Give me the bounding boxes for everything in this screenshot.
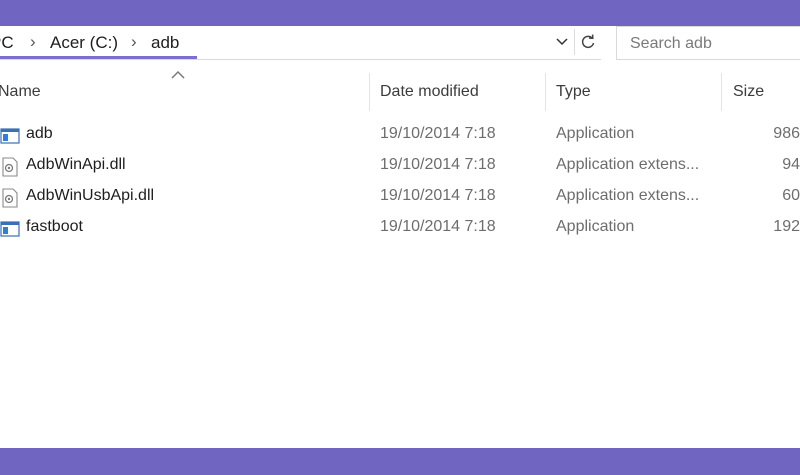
breadcrumb-drive[interactable]: Acer (C:): [50, 33, 118, 53]
refresh-icon: [581, 34, 594, 49]
file-date-modified: 19/10/2014 7:18: [380, 156, 496, 173]
column-header-row: Name Date modified Type Size: [0, 73, 800, 113]
dll-icon: [2, 157, 18, 177]
column-header-size[interactable]: Size: [733, 73, 764, 113]
address-focus-underline: [0, 56, 197, 59]
dll-icon: [2, 188, 18, 208]
column-header-type[interactable]: Type: [556, 73, 591, 113]
file-row[interactable]: AdbWinUsbApi.dll 19/10/2014 7:18 Applica…: [0, 182, 800, 213]
file-type: Application extens...: [556, 156, 700, 173]
file-size: 60: [782, 187, 800, 204]
taskbar-band: [0, 448, 800, 475]
file-name: AdbWinApi.dll: [26, 156, 126, 173]
file-row[interactable]: fastboot 19/10/2014 7:18 Application 192: [0, 213, 800, 244]
title-bar-band: [0, 0, 800, 26]
file-size: 94: [782, 156, 800, 173]
breadcrumb-this-pc[interactable]: PC: [0, 33, 14, 53]
column-header-date-modified[interactable]: Date modified: [380, 73, 479, 113]
file-date-modified: 19/10/2014 7:18: [380, 187, 496, 204]
file-row[interactable]: adb 19/10/2014 7:18 Application 986: [0, 120, 800, 151]
file-size: 192: [773, 218, 800, 235]
breadcrumb-separator-icon[interactable]: ›: [30, 32, 36, 52]
file-size: 986: [773, 125, 800, 142]
breadcrumb-separator-icon[interactable]: ›: [131, 32, 137, 52]
file-date-modified: 19/10/2014 7:18: [380, 218, 496, 235]
file-name: adb: [26, 125, 53, 142]
application-icon: [0, 128, 20, 144]
file-date-modified: 19/10/2014 7:18: [380, 125, 496, 142]
file-type: Application extens...: [556, 187, 700, 204]
refresh-button[interactable]: [574, 29, 600, 55]
search-input[interactable]: Search adb: [616, 26, 800, 60]
column-header-name[interactable]: Name: [0, 73, 41, 113]
application-icon: [0, 221, 20, 237]
file-type: Application: [556, 125, 635, 142]
column-divider[interactable]: [369, 73, 370, 111]
file-row[interactable]: AdbWinApi.dll 19/10/2014 7:18 Applicatio…: [0, 151, 800, 182]
file-type: Application: [556, 218, 635, 235]
file-name: AdbWinUsbApi.dll: [26, 187, 155, 204]
file-name: fastboot: [26, 218, 83, 235]
address-bar[interactable]: PC › Acer (C:) › adb: [0, 26, 601, 60]
chevron-down-icon: [556, 38, 568, 46]
column-divider[interactable]: [545, 73, 546, 111]
breadcrumb-current-folder[interactable]: adb: [151, 33, 179, 53]
column-divider[interactable]: [721, 73, 722, 111]
address-history-dropdown[interactable]: [551, 29, 573, 55]
